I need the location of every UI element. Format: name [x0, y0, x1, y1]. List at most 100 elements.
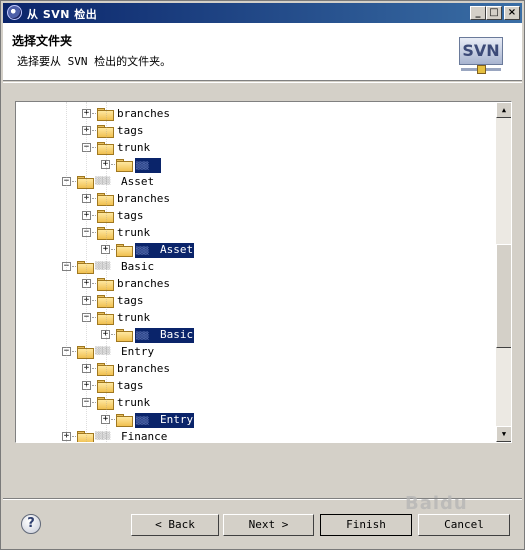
vertical-scrollbar[interactable]: ▲ ▼ — [496, 102, 511, 442]
checkout-dialog: 从 SVN 检出 _ □ × 选择文件夹 选择要从 SVN 检出的文件夹。 SV… — [0, 0, 525, 550]
tree-item-label[interactable]: trunk — [116, 396, 151, 409]
tree-item-label[interactable]: Entry — [120, 345, 155, 358]
tree-connector — [72, 266, 76, 267]
scroll-up-button[interactable]: ▲ — [496, 102, 511, 118]
repository-icon: ▒▒▒ — [136, 417, 149, 425]
tree-row[interactable]: − trunk — [16, 309, 496, 326]
tree-connector — [92, 317, 96, 318]
folder-tree[interactable]: + branches + tags − trunk + ▒▒▒ − ▒▒▒▒ Asset + branc… — [15, 101, 512, 443]
repository-icon: ▒▒▒▒ — [95, 432, 110, 440]
tree-guide-line — [106, 102, 107, 442]
tree-guide-line — [86, 102, 87, 442]
tree-connector — [92, 300, 96, 301]
folder-icon — [97, 108, 114, 121]
minimize-button[interactable]: _ — [470, 6, 486, 20]
eclipse-app-icon — [7, 5, 22, 20]
tree-row[interactable]: + ▒▒▒ — [16, 156, 496, 173]
tree-item-label[interactable]: tags — [116, 209, 145, 222]
tree-row[interactable]: + tags — [16, 207, 496, 224]
tree-item-label-selected[interactable]: ▒▒▒ Basic — [135, 328, 195, 343]
watermark-logo: Baidu — [405, 493, 468, 514]
tree-item-label[interactable]: trunk — [116, 311, 151, 324]
tree-item-label[interactable]: trunk — [116, 226, 151, 239]
scroll-down-button[interactable]: ▼ — [496, 426, 511, 442]
repository-icon: ▒▒▒▒ — [95, 262, 110, 270]
tree-item-label[interactable]: Asset — [120, 175, 155, 188]
repository-icon: ▒▒▒▒ — [95, 347, 110, 355]
tree-row[interactable]: + ▒▒▒ Asset — [16, 241, 496, 258]
svn-logo: SVN — [459, 37, 503, 75]
tree-item-label-selected[interactable]: ▒▒▒ Asset — [135, 243, 195, 258]
tree-item-label[interactable]: branches — [116, 362, 171, 375]
tree-item-label[interactable]: trunk — [116, 141, 151, 154]
folder-icon — [97, 380, 114, 393]
scroll-thumb[interactable] — [496, 244, 511, 348]
tree-row[interactable]: − trunk — [16, 394, 496, 411]
tree-row[interactable]: − ▒▒▒▒ Entry — [16, 343, 496, 360]
tree-row[interactable]: − ▒▒▒▒ Asset — [16, 173, 496, 190]
tree-item-label[interactable]: branches — [116, 192, 171, 205]
folder-icon — [77, 176, 94, 189]
tree-connector — [92, 402, 96, 403]
tree-connector — [92, 385, 96, 386]
maximize-button[interactable]: □ — [486, 6, 502, 20]
tree-item-label[interactable]: branches — [116, 277, 171, 290]
tree-row[interactable]: + ▒▒▒▒ Finance — [16, 428, 496, 442]
repository-icon: ▒▒▒ — [136, 247, 149, 255]
tree-row[interactable]: + branches — [16, 105, 496, 122]
tree-item-label[interactable]: tags — [116, 294, 145, 307]
title-bar[interactable]: 从 SVN 检出 _ □ × — [3, 3, 522, 23]
page-description: 选择要从 SVN 检出的文件夹。 — [17, 55, 172, 68]
tree-row[interactable]: + tags — [16, 292, 496, 309]
folder-icon — [97, 295, 114, 308]
tree-item-label[interactable]: Basic — [120, 260, 155, 273]
window-title: 从 SVN 检出 — [27, 8, 98, 21]
folder-icon — [97, 142, 114, 155]
back-button[interactable]: < Back — [131, 514, 219, 536]
tree-row[interactable]: + ▒▒▒ Basic — [16, 326, 496, 343]
tree-connector — [92, 198, 96, 199]
next-button[interactable]: Next > — [223, 514, 314, 536]
tree-item-label-selected[interactable]: ▒▒▒ Entry — [135, 413, 195, 428]
tree-item-label[interactable]: Finance — [120, 430, 168, 442]
tree-row[interactable]: + branches — [16, 275, 496, 292]
folder-icon — [77, 431, 94, 442]
tree-connector — [111, 419, 115, 420]
cancel-button[interactable]: Cancel — [418, 514, 510, 536]
tree-row[interactable]: + branches — [16, 190, 496, 207]
folder-icon — [97, 278, 114, 291]
folder-icon — [97, 363, 114, 376]
tree-row[interactable]: + branches — [16, 360, 496, 377]
tree-row[interactable]: − trunk — [16, 224, 496, 241]
tree-connector — [72, 436, 76, 437]
page-title: 选择文件夹 — [12, 34, 73, 48]
tree-item-label[interactable]: tags — [116, 124, 145, 137]
repository-icon: ▒▒▒▒ — [95, 177, 110, 185]
tree-connector — [92, 232, 96, 233]
tree-row[interactable]: + tags — [16, 377, 496, 394]
help-icon[interactable]: ? — [21, 514, 41, 534]
folder-icon — [116, 329, 133, 342]
tree-item-label[interactable]: branches — [116, 107, 171, 120]
tree-item-text: Entry — [160, 413, 194, 426]
tree-connector — [92, 215, 96, 216]
tree-row[interactable]: − trunk — [16, 139, 496, 156]
tree-row[interactable]: + ▒▒▒ Entry — [16, 411, 496, 428]
tree-row[interactable]: + tags — [16, 122, 496, 139]
folder-icon — [116, 414, 133, 427]
finish-button[interactable]: Finish — [320, 514, 412, 536]
close-button[interactable]: × — [504, 6, 520, 20]
tree-connector — [111, 334, 115, 335]
folder-icon — [97, 397, 114, 410]
tree-connector — [92, 368, 96, 369]
tree-connector — [72, 351, 76, 352]
folder-icon — [97, 312, 114, 325]
folder-icon — [97, 227, 114, 240]
footer-separator — [3, 498, 522, 500]
repository-icon: ▒▒▒ — [136, 332, 149, 340]
tree-item-label-selected[interactable]: ▒▒▒ — [135, 158, 161, 173]
tree-connector — [111, 164, 115, 165]
tree-row[interactable]: − ▒▒▒▒ Basic — [16, 258, 496, 275]
tree-connector — [92, 130, 96, 131]
tree-item-label[interactable]: tags — [116, 379, 145, 392]
